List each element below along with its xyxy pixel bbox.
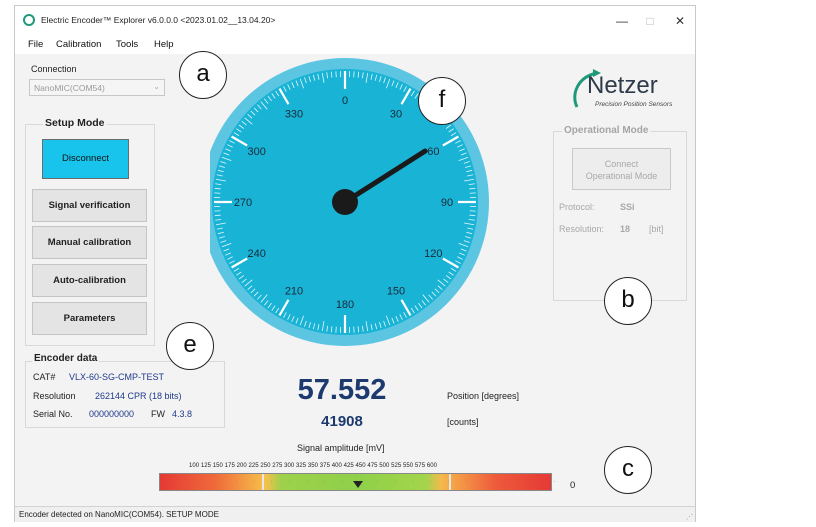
fw-label: FW xyxy=(151,409,165,419)
dial-label: 180 xyxy=(336,299,354,311)
op-resolution-value: 18 xyxy=(620,224,631,234)
signal-amplitude-bar: · · · · · · · · · · · · · · · · · · · · … xyxy=(159,473,555,491)
menu-file[interactable]: File xyxy=(28,39,43,50)
callout-c: c xyxy=(604,446,652,494)
serial-label: Serial No. xyxy=(33,409,73,419)
connect-operational-button[interactable]: Connect Operational Mode xyxy=(572,148,671,190)
scale-550: 550 xyxy=(403,463,414,469)
op-resolution-label: Resolution: xyxy=(559,224,605,234)
connection-label: Connection xyxy=(31,64,77,74)
resolution-label: Resolution xyxy=(33,391,76,401)
setup-mode-title: Setup Mode xyxy=(43,117,107,129)
signal-verification-button[interactable]: Signal verification xyxy=(32,189,147,222)
callout-a: a xyxy=(179,51,227,99)
counts-unit-label: [counts] xyxy=(447,417,479,427)
scale-500: 500 xyxy=(379,463,390,469)
resolution-value: 262144 CPR (18 bits) xyxy=(95,391,182,401)
title-bar: Electric Encoder™ Explorer v6.0.0.0 <202… xyxy=(15,6,695,36)
scale-600: 600 xyxy=(426,463,437,469)
resize-grip-icon[interactable]: ⋰ xyxy=(686,513,693,521)
position-unit-label: Position [degrees] xyxy=(447,391,520,401)
parameters-button[interactable]: Parameters xyxy=(32,302,147,335)
connect-operational-line1: Connect xyxy=(604,159,639,169)
signal-value: 0 xyxy=(570,480,576,491)
menu-calibration[interactable]: Calibration xyxy=(56,39,101,50)
dial-label: 270 xyxy=(234,197,252,209)
dial-hub xyxy=(332,189,358,215)
scale-225: 225 xyxy=(248,463,259,469)
encoder-data-title: Encoder data xyxy=(32,353,100,364)
logo-tagline: Precision Position Sensors xyxy=(595,101,673,108)
scale-475: 475 xyxy=(367,463,378,469)
dial-label: 90 xyxy=(441,197,453,209)
connection-select[interactable]: NanoMIC(COM54) ⌄ xyxy=(29,79,165,96)
scale-400: 400 xyxy=(331,463,342,469)
position-value: 57.552 xyxy=(297,374,387,406)
dial-label: 30 xyxy=(390,109,402,121)
manual-calibration-button[interactable]: Manual calibration xyxy=(32,226,147,259)
dial-label: 240 xyxy=(247,248,265,260)
scale-175: 175 xyxy=(224,463,235,469)
scale-125: 125 xyxy=(200,463,212,469)
bar-dots: · · · · · · · · · · · · · · · · · · · · … xyxy=(200,479,563,485)
dial-label: 120 xyxy=(424,248,442,260)
scale-150: 150 xyxy=(212,463,223,469)
dial-label: 0 xyxy=(342,95,348,107)
minimize-button[interactable]: — xyxy=(611,12,633,30)
scale-450: 450 xyxy=(355,463,366,469)
callout-b: b xyxy=(604,277,652,325)
dial-label: 300 xyxy=(247,146,265,158)
app-logo-icon xyxy=(23,14,35,26)
cat-value: VLX-60-SG-CMP-TEST xyxy=(69,372,165,382)
window-title: Electric Encoder™ Explorer v6.0.0.0 <202… xyxy=(41,15,276,25)
auto-calibration-button[interactable]: Auto-calibration xyxy=(32,264,147,297)
fw-value: 4.3.8 xyxy=(172,409,193,419)
callout-f: f xyxy=(418,77,466,125)
app-window: Electric Encoder™ Explorer v6.0.0.0 <202… xyxy=(14,5,696,522)
logo-name: Netzer xyxy=(587,72,658,99)
signal-marker-icon xyxy=(353,481,363,488)
status-bar: Encoder detected on NanoMIC(COM54). SETU… xyxy=(15,506,695,522)
scale-375: 375 xyxy=(319,463,330,469)
callout-e: e xyxy=(166,322,214,370)
dial-label: 150 xyxy=(387,285,405,297)
scale-350: 350 xyxy=(307,463,319,469)
counts-value: 41908 xyxy=(321,413,363,430)
scale-525: 525 xyxy=(391,463,402,469)
scale-425: 425 xyxy=(343,463,354,469)
operational-mode-title: Operational Mode xyxy=(562,125,651,136)
scale-250: 250 xyxy=(260,463,271,469)
menu-help[interactable]: Help xyxy=(154,39,174,50)
disconnect-button[interactable]: Disconnect xyxy=(42,139,129,179)
scale-575: 575 xyxy=(414,463,426,469)
protocol-label: Protocol: xyxy=(559,202,595,212)
scale-275: 275 xyxy=(272,463,283,469)
signal-amplitude-label: Signal amplitude [mV] xyxy=(297,443,385,453)
scale-325: 325 xyxy=(296,463,307,469)
protocol-value: SSi xyxy=(620,202,635,212)
dial-label: 330 xyxy=(285,109,303,121)
scale-100: 100 xyxy=(189,463,200,469)
dial-label: 60 xyxy=(427,146,439,158)
menu-bar: File Calibration Tools Help xyxy=(15,36,695,54)
scale-200: 200 xyxy=(236,463,247,469)
status-text: Encoder detected on NanoMIC(COM54). SETU… xyxy=(19,510,219,519)
chevron-down-icon: ⌄ xyxy=(153,82,160,91)
connection-value: NanoMIC(COM54) xyxy=(34,83,105,93)
maximize-button[interactable]: □ xyxy=(639,12,661,30)
close-button[interactable]: ✕ xyxy=(669,12,691,30)
dial-label: 210 xyxy=(285,285,303,297)
signal-scale: 100 125 150 175 200 225 250 275 300 325 … xyxy=(189,463,437,469)
connect-operational-line2: Operational Mode xyxy=(585,171,658,181)
cat-label: CAT# xyxy=(33,372,56,382)
menu-tools[interactable]: Tools xyxy=(116,39,138,50)
serial-value: 000000000 xyxy=(89,409,135,419)
op-resolution-unit: [bit] xyxy=(649,224,664,234)
scale-300: 300 xyxy=(284,463,295,469)
